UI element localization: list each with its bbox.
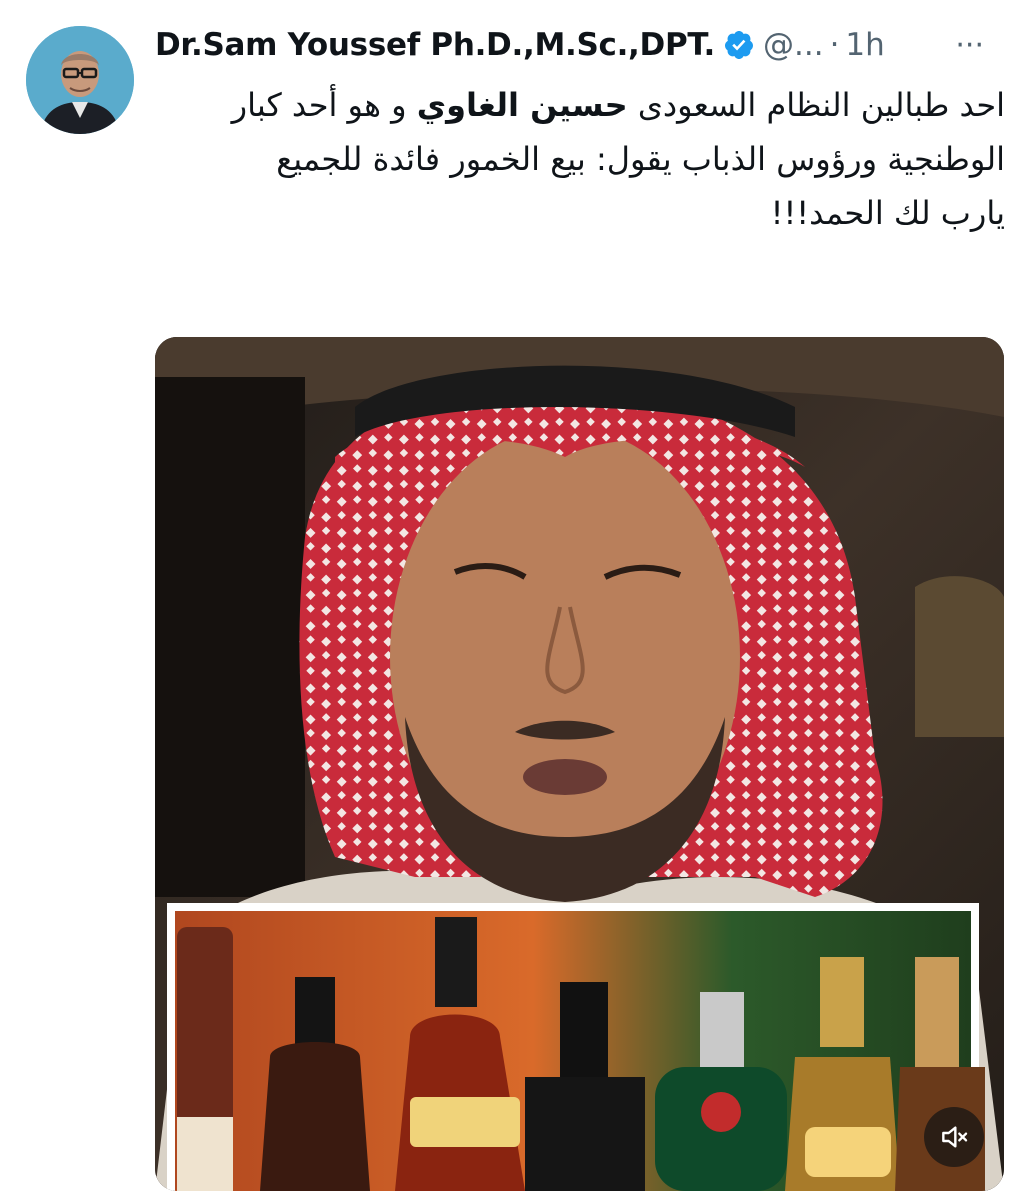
tweet-text-segment: و هو أحد كبار: [231, 86, 417, 124]
more-dots-icon[interactable]: ···: [955, 22, 984, 68]
verified-badge-icon: [724, 31, 753, 59]
video-frame: [155, 337, 1004, 1191]
author-handle[interactable]: @...: [763, 27, 824, 63]
tweet-timestamp[interactable]: 1h: [845, 27, 884, 63]
mute-button[interactable]: [924, 1107, 984, 1167]
avatar[interactable]: [26, 26, 134, 134]
avatar-photo: [26, 26, 134, 134]
tweet-text-segment: احد طبالين النظام السعودى: [627, 86, 1005, 124]
tweet-text-line-3: يارب لك الحمد!!!: [770, 194, 1005, 232]
tweet-text-bold-name: حسين الغاوي: [416, 86, 628, 124]
tweet-text-line-1: احد طبالين النظام السعودى حسين الغاوي و …: [155, 78, 1005, 132]
volume-muted-icon: [942, 1126, 968, 1148]
tweet-text: احد طبالين النظام السعودى حسين الغاوي و …: [155, 78, 1005, 240]
tweet-video[interactable]: [155, 337, 1004, 1191]
separator-dot: ·: [829, 27, 840, 63]
tweet-text-line-2: الوطنجية ورؤوس الذباب يقول: بيع الخمور ف…: [276, 140, 1005, 178]
tweet-header: Dr.Sam Youssef Ph.D.,M.Sc.,DPT. @... · 1…: [155, 22, 1006, 68]
author-display-name[interactable]: Dr.Sam Youssef Ph.D.,M.Sc.,DPT.: [155, 27, 715, 63]
